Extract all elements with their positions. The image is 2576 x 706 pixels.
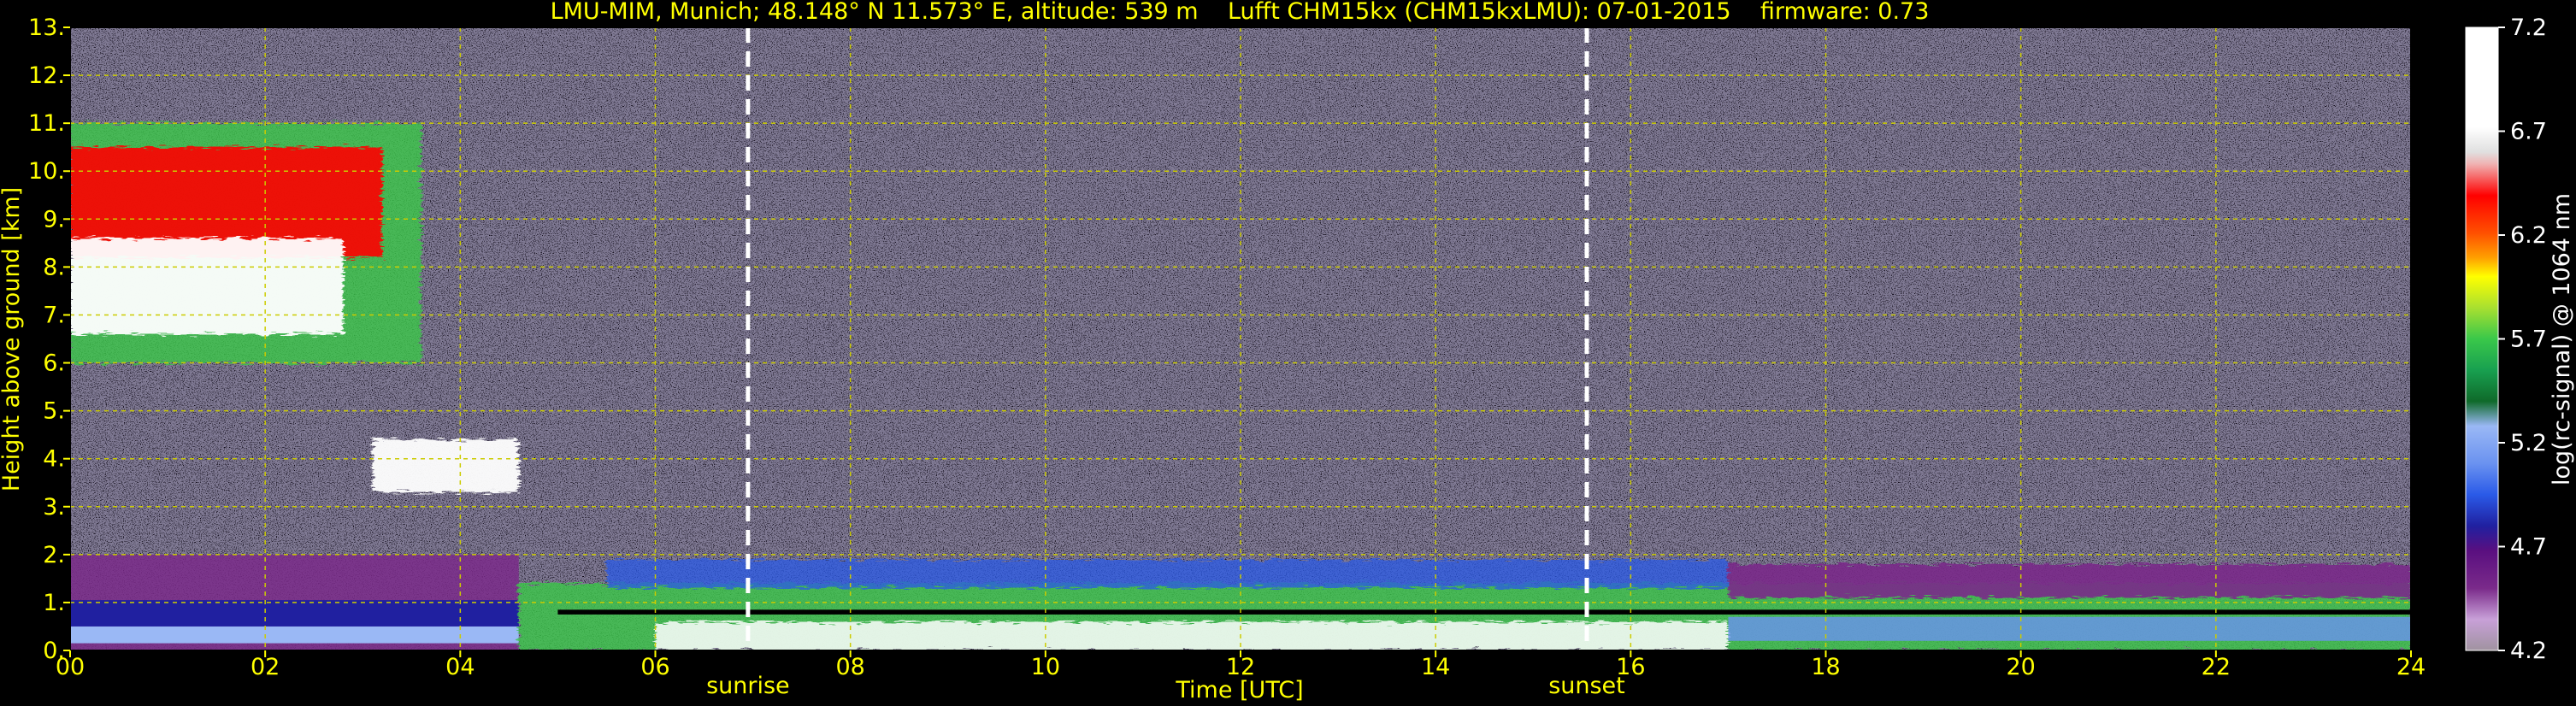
- colorbar-tick-label: 5.7: [2510, 327, 2547, 353]
- chart-title: LMU-MIM, Munich; 48.148° N 11.573° E, al…: [551, 0, 1930, 25]
- boundary-layer-band: [1728, 616, 2411, 641]
- colorbar-label: log(rc-signal) @ 1064 nm: [2549, 193, 2575, 485]
- boundary-layer-band: [1728, 564, 2411, 598]
- colorbar: [2465, 26, 2499, 651]
- x-tick-label: 16: [1616, 654, 1645, 680]
- x-tick-label: 02: [251, 654, 280, 680]
- x-tick-label: 24: [2396, 654, 2426, 680]
- y-tick-label: 11.: [28, 110, 65, 137]
- sunrise-label: sunrise: [706, 673, 790, 699]
- x-tick-label: 08: [835, 654, 864, 680]
- x-tick-label: 20: [2006, 654, 2035, 680]
- colorbar-tick-label: 5.2: [2510, 430, 2547, 456]
- y-tick-label: 4.: [43, 446, 65, 473]
- y-tick-label: 6.: [43, 350, 65, 377]
- x-tick-label: 14: [1421, 654, 1450, 680]
- boundary-layer-band: [655, 621, 1729, 650]
- x-axis-label: Time [UTC]: [1175, 677, 1303, 703]
- colorbar-tick-label: 7.2: [2510, 15, 2547, 41]
- colorbar-tick-label: 4.7: [2510, 534, 2547, 561]
- boundary-layer-band: [70, 600, 519, 627]
- x-tick-label: 04: [445, 654, 475, 680]
- y-tick-label: 2.: [43, 542, 65, 568]
- x-tick-label: 10: [1031, 654, 1060, 680]
- x-axis: 00 02 04 06 08 10 12 14 16 18 20 22 24: [56, 650, 2426, 680]
- y-tick-label: 8.: [43, 254, 65, 280]
- x-tick-label: 06: [640, 654, 669, 680]
- y-tick-label: 9.: [43, 206, 65, 232]
- x-tick-label: 18: [1811, 654, 1840, 680]
- cirrus-cloud: [70, 238, 344, 334]
- boundary-layer-band: [70, 626, 519, 644]
- y-tick-label: 10.: [28, 158, 65, 185]
- y-axis: 0. 1. 2. 3. 4. 5. 6. 7. 8. 9. 10. 11. 12. 13.: [28, 15, 70, 664]
- colorbar-tick-label: 6.7: [2510, 119, 2547, 145]
- y-tick-label: 1.: [43, 590, 65, 616]
- y-axis-label: Height above ground [km]: [0, 187, 25, 491]
- mid-level-cloud: [372, 439, 519, 492]
- colorbar-tick-label: 4.2: [2510, 638, 2547, 664]
- boundary-layer-band: [606, 559, 1729, 589]
- y-tick-label: 3.: [43, 494, 65, 521]
- colorbar-ticks: 4.2 4.7 5.2 5.7 6.2 6.7 7.2: [2498, 15, 2547, 664]
- lidar-chart: sunrise sunset 00 02 04 06 08 10 12 14 16 18 20 22 24…: [0, 0, 2575, 703]
- boundary-layer-band: [557, 609, 2411, 615]
- y-tick-label: 12.: [28, 62, 65, 89]
- sunset-label: sunset: [1548, 673, 1625, 699]
- y-tick-label: 13.: [28, 15, 65, 41]
- x-tick-label: 22: [2202, 654, 2231, 680]
- y-tick-label: 0.: [43, 638, 65, 664]
- colorbar-tick-label: 6.2: [2510, 222, 2547, 249]
- y-tick-label: 7.: [43, 302, 65, 328]
- y-tick-label: 5.: [43, 398, 65, 425]
